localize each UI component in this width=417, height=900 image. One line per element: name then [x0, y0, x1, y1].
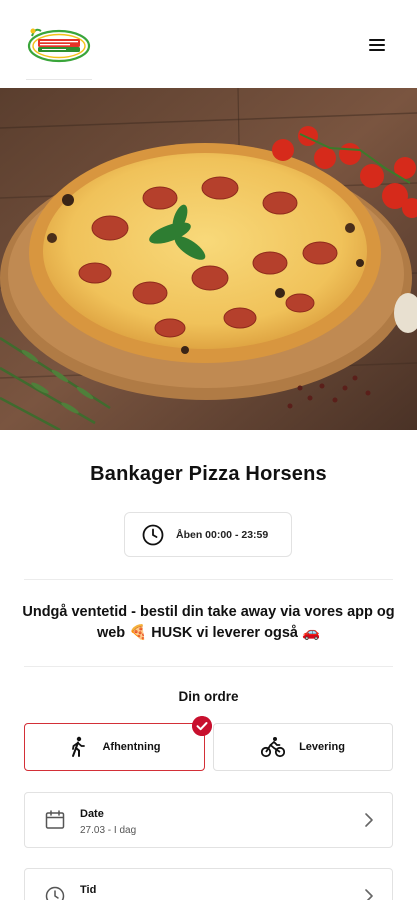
order-section-title: Din ordre: [178, 689, 239, 704]
promo-notice: Undgå ventetid - bestil din take away vi…: [22, 604, 395, 641]
chevron-right-icon: [365, 813, 373, 827]
restaurant-name: Bankager Pizza Horsens: [90, 463, 327, 485]
chevron-right-icon: [365, 889, 373, 900]
time-label: Tid: [80, 884, 97, 896]
clock-icon: [45, 886, 65, 900]
calendar-icon: [45, 810, 65, 829]
bicycle-icon: [261, 737, 286, 758]
hamburger-menu-icon[interactable]: [366, 36, 388, 54]
app-header: [0, 0, 417, 88]
divider: [24, 579, 393, 580]
delivery-option-label: Levering: [299, 741, 345, 753]
clock-icon: [142, 524, 164, 545]
header-divider: [26, 79, 92, 80]
opening-hours-badge: Åben 00:00 - 23:59: [124, 512, 292, 557]
selected-check-icon: [192, 716, 212, 736]
pickup-option-label: Afhentning: [102, 741, 161, 753]
delivery-option-button[interactable]: Levering: [213, 723, 393, 771]
date-value: 27.03 - I dag: [80, 825, 137, 836]
date-selector[interactable]: Date 27.03 - I dag: [24, 792, 393, 848]
opening-hours-text: Åben 00:00 - 23:59: [176, 528, 269, 541]
walking-person-icon: [72, 736, 86, 757]
date-label: Date: [80, 808, 104, 820]
divider: [24, 666, 393, 667]
time-selector[interactable]: Tid: [24, 868, 393, 900]
pickup-option-button[interactable]: Afhentning: [24, 723, 205, 771]
bankager-pizza-logo[interactable]: [26, 24, 92, 66]
pizza-hero-image: [0, 88, 417, 430]
